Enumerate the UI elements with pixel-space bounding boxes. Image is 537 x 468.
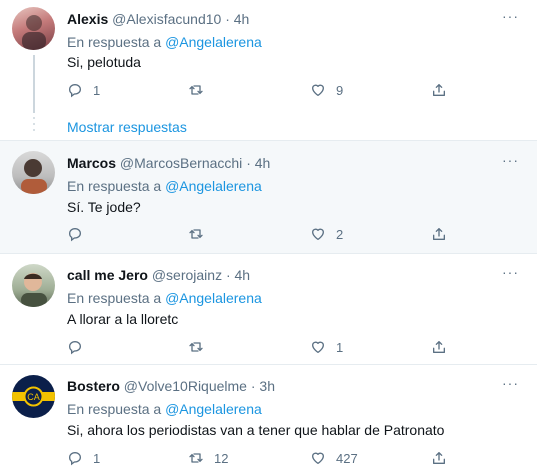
tweet-marcos[interactable]: Marcos @MarcosBernacchi · 4h ··· En resp…: [0, 141, 537, 254]
retweet-icon: [189, 342, 203, 352]
tweet-alexis[interactable]: Alexis @Alexisfacund10 · 4h ··· En respu…: [0, 0, 537, 117]
share-button[interactable]: [431, 448, 447, 468]
like-button[interactable]: 2: [310, 224, 343, 244]
like-button[interactable]: 1: [310, 337, 343, 357]
like-count: 427: [336, 450, 358, 466]
share-icon: [433, 452, 445, 464]
mention-link[interactable]: @Angelalerena: [165, 401, 262, 417]
mention-link[interactable]: @Angelalerena: [165, 290, 262, 306]
share-button[interactable]: [431, 224, 447, 244]
tweet-text: A llorar a la lloretc: [67, 311, 179, 327]
like-button[interactable]: 427: [310, 448, 358, 468]
thread-line: [33, 55, 35, 113]
mention-link[interactable]: @Angelalerena: [165, 34, 262, 50]
reply-prefix: En respuesta a: [67, 178, 162, 194]
timestamp[interactable]: · 4h: [226, 267, 250, 283]
like-count: 9: [336, 82, 344, 98]
tweet-text: Si, ahora los periodistas van a tener qu…: [67, 422, 445, 438]
reply-count: 1: [93, 82, 101, 98]
retweet-button[interactable]: 12: [188, 448, 228, 468]
retweet-button[interactable]: [188, 224, 214, 244]
tweet-bostero[interactable]: CA Bostero @Volve10Riquelme · 3h ··· En …: [0, 365, 537, 468]
reply-button[interactable]: 1: [67, 80, 100, 100]
more-icon[interactable]: ···: [502, 8, 519, 24]
timestamp[interactable]: · 3h: [251, 378, 275, 394]
reply-button[interactable]: 1: [67, 448, 100, 468]
reply-button[interactable]: [67, 224, 93, 244]
timestamp[interactable]: · 4h: [246, 155, 270, 171]
author-handle[interactable]: @Volve10Riquelme: [124, 378, 247, 394]
mention-link[interactable]: @Angelalerena: [165, 178, 262, 194]
share-button[interactable]: [431, 80, 447, 100]
heart-icon: [312, 341, 324, 353]
retweet-count: 12: [214, 450, 229, 466]
thread-dots: [33, 117, 35, 137]
timestamp[interactable]: · 4h: [225, 11, 249, 27]
tweet-header: call me Jero @serojainz · 4h: [67, 267, 250, 283]
reply-icon: [68, 451, 82, 466]
retweet-button[interactable]: [188, 337, 214, 357]
avatar[interactable]: [12, 264, 55, 307]
reply-context: En respuesta a @Angelalerena: [67, 34, 262, 50]
tweet-text: Sí. Te jode?: [67, 199, 141, 215]
reply-count: 1: [93, 450, 101, 466]
more-icon[interactable]: ···: [502, 152, 519, 168]
author-name[interactable]: call me Jero: [67, 267, 148, 283]
author-handle[interactable]: @serojainz: [152, 267, 222, 283]
heart-icon: [312, 84, 324, 96]
tweet-text: Si, pelotuda: [67, 54, 141, 70]
author-handle[interactable]: @MarcosBernacchi: [120, 155, 242, 171]
more-icon[interactable]: ···: [502, 264, 519, 280]
like-count: 2: [336, 226, 344, 242]
reply-context: En respuesta a @Angelalerena: [67, 178, 262, 194]
more-icon[interactable]: ···: [502, 375, 519, 391]
reply-icon: [68, 227, 82, 242]
svg-text:CA: CA: [27, 392, 40, 402]
reply-prefix: En respuesta a: [67, 34, 162, 50]
heart-icon: [312, 452, 324, 464]
share-button[interactable]: [431, 337, 447, 357]
share-icon: [433, 228, 445, 240]
retweet-icon: [189, 453, 203, 463]
author-handle[interactable]: @Alexisfacund10: [112, 11, 221, 27]
author-name[interactable]: Bostero: [67, 378, 120, 394]
retweet-button[interactable]: [188, 80, 214, 100]
show-replies-row[interactable]: Mostrar respuestas: [0, 117, 537, 141]
retweet-icon: [189, 229, 203, 239]
reply-icon: [68, 340, 82, 355]
avatar[interactable]: [12, 7, 55, 50]
reply-icon: [68, 83, 82, 98]
tweet-header: Bostero @Volve10Riquelme · 3h: [67, 378, 275, 394]
author-name[interactable]: Alexis: [67, 11, 108, 27]
reply-context: En respuesta a @Angelalerena: [67, 290, 262, 306]
like-count: 1: [336, 339, 344, 355]
reply-context: En respuesta a @Angelalerena: [67, 401, 262, 417]
tweet-header: Alexis @Alexisfacund10 · 4h: [67, 11, 249, 27]
avatar[interactable]: CA: [12, 375, 55, 418]
heart-icon: [312, 228, 324, 240]
reply-prefix: En respuesta a: [67, 290, 162, 306]
avatar[interactable]: [12, 151, 55, 194]
tweet-call-me-jero[interactable]: call me Jero @serojainz · 4h ··· En resp…: [0, 254, 537, 365]
share-icon: [433, 84, 445, 96]
reply-prefix: En respuesta a: [67, 401, 162, 417]
show-replies-link[interactable]: Mostrar respuestas: [67, 119, 187, 135]
share-icon: [433, 341, 445, 353]
author-name[interactable]: Marcos: [67, 155, 116, 171]
reply-button[interactable]: [67, 337, 93, 357]
retweet-icon: [189, 85, 203, 95]
tweet-header: Marcos @MarcosBernacchi · 4h: [67, 155, 270, 171]
like-button[interactable]: 9: [310, 80, 343, 100]
